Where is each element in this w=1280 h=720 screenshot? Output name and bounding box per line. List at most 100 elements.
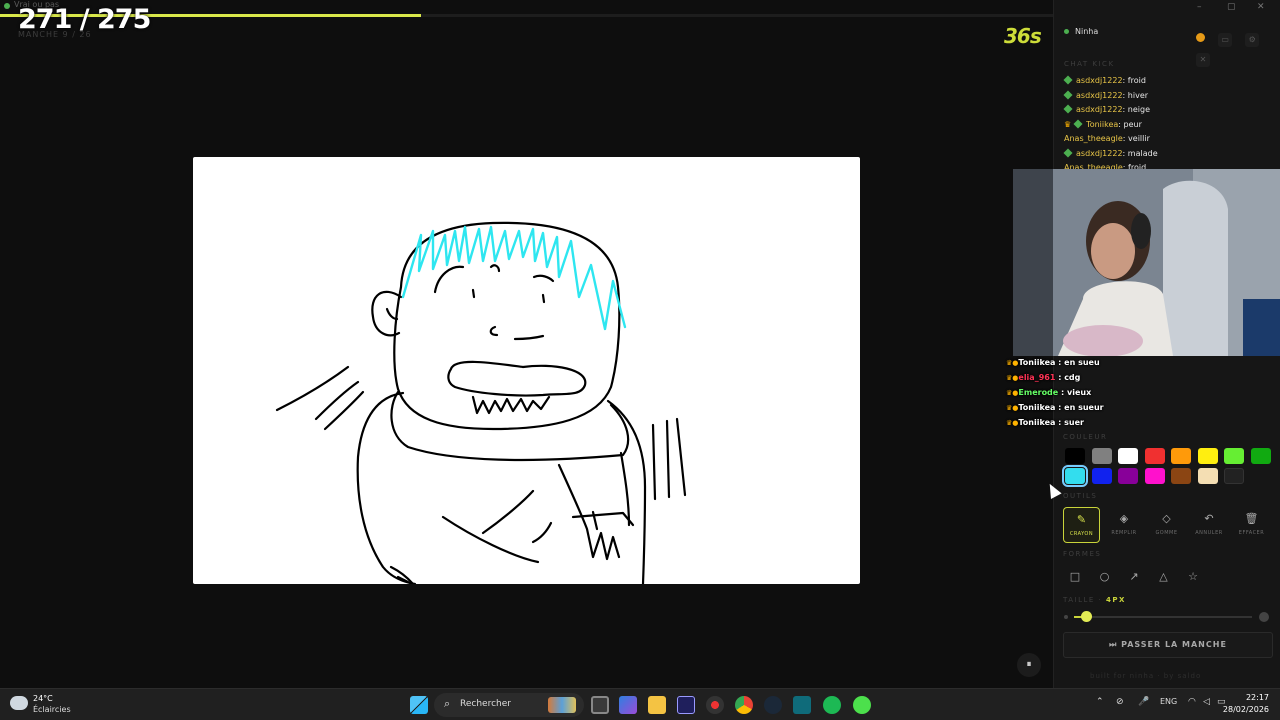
drawing bbox=[275, 221, 687, 584]
overlay-colon: : bbox=[1058, 388, 1067, 397]
webcam-image bbox=[1013, 169, 1280, 356]
drawing-mouth bbox=[447, 360, 587, 397]
size-max-icon bbox=[1259, 612, 1269, 622]
tool-effacer-button[interactable]: 🗑 EFFACER bbox=[1233, 507, 1270, 543]
overlay-colon: : bbox=[1055, 418, 1065, 427]
color-section-label: COULEUR bbox=[1063, 433, 1108, 441]
overlay-username: elia_961 bbox=[1018, 373, 1056, 382]
drawing-motion-left bbox=[275, 365, 350, 412]
overlay-text: vieux bbox=[1067, 388, 1092, 397]
chrome-icon[interactable] bbox=[735, 696, 753, 714]
tool-remplir-button[interactable]: ◈ REMPLIR bbox=[1106, 507, 1143, 543]
footer-credit: built for ninha · by saldo bbox=[1090, 672, 1202, 680]
spotify-icon[interactable] bbox=[823, 696, 841, 714]
window-icon[interactable]: ▭ bbox=[1218, 33, 1233, 47]
chat-list: asdxdj1222: froid asdxdj1222: hiver asdxdj… bbox=[1063, 74, 1274, 176]
volume-icon[interactable]: ◁ bbox=[1203, 697, 1210, 707]
task-view-icon[interactable] bbox=[591, 696, 609, 714]
obs-icon[interactable] bbox=[706, 696, 724, 714]
color-swatch[interactable] bbox=[1171, 468, 1191, 484]
chat-username[interactable]: asdxdj1222 bbox=[1076, 76, 1123, 85]
start-icon[interactable] bbox=[410, 696, 428, 714]
tray-chevron-icon[interactable]: ⌃ bbox=[1096, 697, 1104, 707]
undo-icon: ↶ bbox=[1204, 512, 1214, 525]
weather-description: Éclaircies bbox=[33, 705, 71, 714]
overlay-chat-message: ♛● elia_961 : cdg bbox=[1006, 370, 1206, 385]
size-slider[interactable] bbox=[1074, 616, 1252, 618]
color-swatch[interactable] bbox=[1091, 468, 1112, 484]
cloud-sun-icon bbox=[10, 696, 28, 710]
rectangle-icon[interactable]: □ bbox=[1063, 566, 1087, 588]
chat-text: froid bbox=[1127, 76, 1146, 85]
color-swatch[interactable] bbox=[1091, 448, 1112, 464]
premiere-icon[interactable] bbox=[677, 696, 695, 714]
chat-text: malade bbox=[1127, 148, 1158, 158]
chat-message: asdxdj1222: malade bbox=[1063, 147, 1274, 162]
settings-icon[interactable]: ⚙ bbox=[1245, 33, 1260, 47]
tool-label: GOMME bbox=[1155, 530, 1178, 536]
file-explorer-icon[interactable] bbox=[648, 696, 666, 714]
overlay-username: Toniikea bbox=[1018, 403, 1056, 412]
microphone-icon[interactable]: 🎤 bbox=[1138, 697, 1149, 707]
color-swatch[interactable] bbox=[1224, 468, 1244, 484]
wifi-icon[interactable]: ◠ bbox=[1188, 697, 1196, 707]
triangle-icon[interactable]: △ bbox=[1152, 566, 1176, 588]
size-label-row: TAILLE · 4PX bbox=[1063, 596, 1126, 604]
online-status-icon bbox=[1064, 29, 1069, 34]
size-label: TAILLE bbox=[1063, 596, 1095, 604]
chat-username[interactable]: asdxdj1222 bbox=[1076, 149, 1123, 158]
clock-time[interactable]: 22:17 bbox=[1233, 693, 1269, 702]
copilot-icon[interactable] bbox=[619, 696, 637, 714]
round-timer: 36s bbox=[1004, 24, 1042, 48]
subscriber-badge-icon bbox=[1063, 89, 1073, 100]
close-button[interactable]: ✕ bbox=[1257, 2, 1265, 12]
tool-label: ANNULER bbox=[1195, 530, 1223, 536]
subscriber-badge-icon bbox=[1063, 75, 1073, 85]
search-input[interactable]: ⌕ Rechercher bbox=[434, 693, 584, 717]
game-app-icon[interactable] bbox=[853, 696, 871, 714]
chat-username[interactable]: Toniikea bbox=[1086, 120, 1118, 129]
app-icon[interactable] bbox=[793, 696, 811, 714]
overlay-colon: : bbox=[1055, 373, 1065, 382]
tool-gomme-button[interactable]: ◇ GOMME bbox=[1148, 507, 1185, 543]
color-swatch[interactable] bbox=[1197, 448, 1218, 464]
tray-app-icon[interactable]: ⊘ bbox=[1116, 697, 1124, 707]
ellipse-icon[interactable]: ○ bbox=[1093, 566, 1117, 588]
overlay-text: en sueur bbox=[1064, 403, 1104, 412]
overlay-chat-message: ♛● Toniikea : en sueu bbox=[1006, 355, 1206, 370]
pause-button[interactable]: ⏸ bbox=[1017, 653, 1041, 677]
search-placeholder: Rechercher bbox=[460, 699, 511, 709]
record-icon[interactable] bbox=[1196, 33, 1205, 42]
color-swatch[interactable] bbox=[1197, 468, 1218, 484]
badge-icon: ♛● bbox=[1006, 389, 1019, 397]
color-swatch[interactable] bbox=[1144, 468, 1165, 484]
shape-bar: □ ○ ↗ △ ☆ bbox=[1063, 566, 1223, 588]
chat-username[interactable]: Anas_theeagle bbox=[1064, 134, 1123, 143]
overlay-colon: : bbox=[1055, 358, 1065, 367]
overlay-colon: : bbox=[1055, 403, 1065, 412]
skip-round-button[interactable]: ⏭ PASSER LA MANCHE bbox=[1063, 632, 1273, 658]
color-swatch[interactable] bbox=[1224, 448, 1244, 464]
steam-icon[interactable] bbox=[764, 696, 782, 714]
badge-icon: ♛● bbox=[1006, 359, 1019, 367]
color-swatch[interactable] bbox=[1062, 465, 1088, 487]
color-swatch[interactable] bbox=[1144, 448, 1165, 464]
color-swatch[interactable] bbox=[1171, 448, 1191, 464]
maximize-button[interactable]: ▢ bbox=[1227, 2, 1236, 12]
color-swatch[interactable] bbox=[1065, 448, 1085, 464]
star-icon[interactable]: ☆ bbox=[1181, 566, 1205, 588]
chat-username[interactable]: asdxdj1222 bbox=[1076, 105, 1123, 114]
tool-crayon-button[interactable]: ✎ CRAYON bbox=[1063, 507, 1100, 543]
clock-date[interactable]: 28/02/2026 bbox=[1222, 705, 1269, 714]
color-swatch[interactable] bbox=[1250, 448, 1271, 464]
language-indicator[interactable]: ENG bbox=[1160, 697, 1177, 706]
minimize-button[interactable]: – bbox=[1197, 2, 1202, 12]
close-panel-icon[interactable]: ✕ bbox=[1196, 53, 1210, 67]
chat-username[interactable]: asdxdj1222 bbox=[1076, 91, 1123, 100]
color-swatch[interactable] bbox=[1118, 448, 1138, 464]
color-swatch[interactable] bbox=[1118, 468, 1138, 484]
badge-icon: ♛● bbox=[1006, 404, 1019, 412]
drawing-canvas[interactable] bbox=[193, 157, 860, 584]
arrow-icon[interactable]: ↗ bbox=[1122, 566, 1146, 588]
tool-annuler-button[interactable]: ↶ ANNULER bbox=[1191, 507, 1228, 543]
